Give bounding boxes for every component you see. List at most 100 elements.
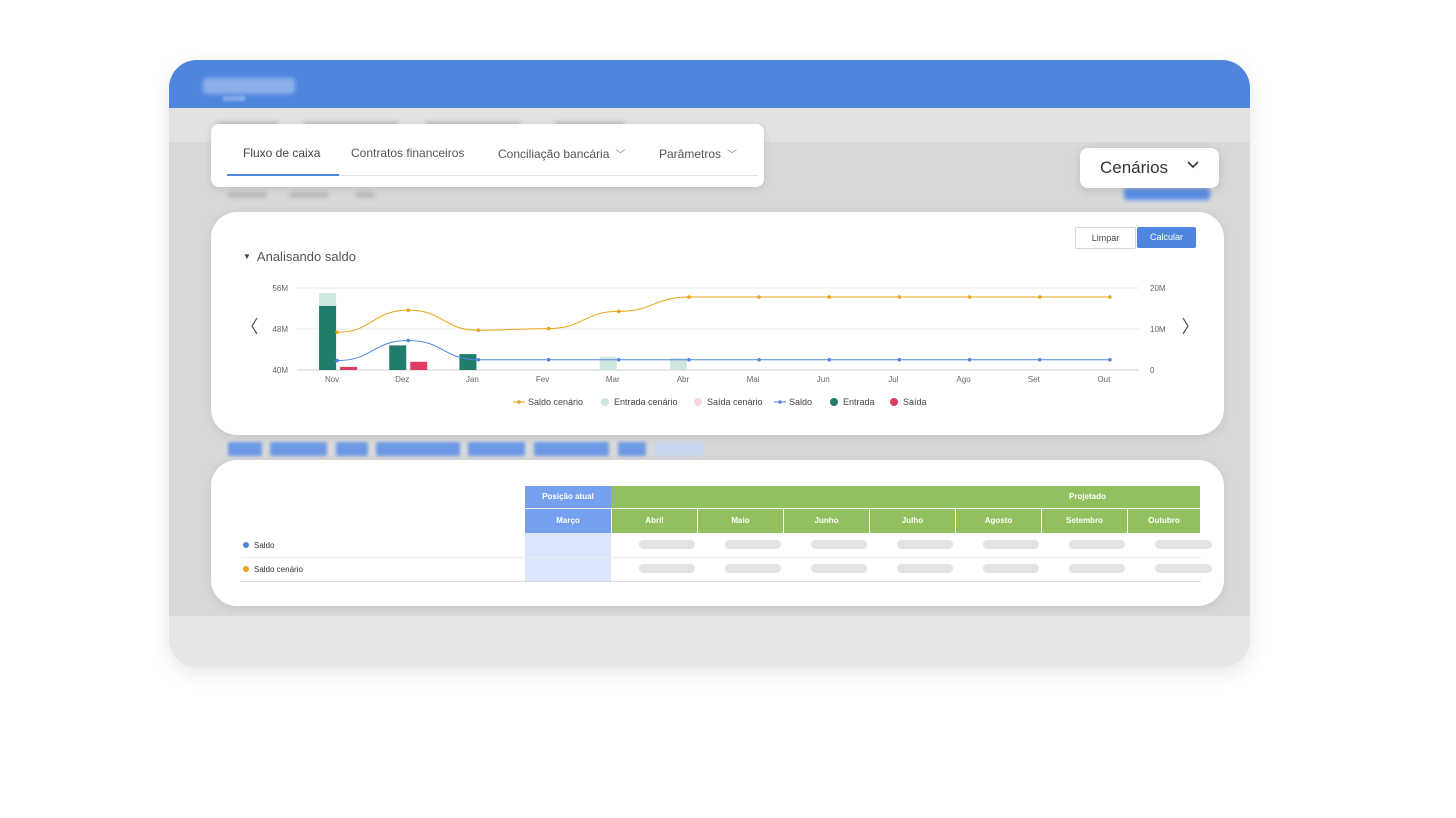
- legend-label: Saída cenário: [707, 397, 763, 407]
- line-saldo: [337, 339, 1110, 362]
- point-saldo-cenario: [616, 309, 621, 314]
- table-col-month: Abril: [612, 509, 697, 533]
- table-col-month: Setembro: [1042, 509, 1127, 533]
- blurred-subtab: [289, 192, 329, 198]
- loading-placeholder: [639, 564, 695, 573]
- point-saldo: [967, 357, 972, 362]
- row-label: Saldo cenário: [254, 565, 303, 574]
- legend-swatch: [830, 398, 838, 406]
- table-col-current: Março: [525, 509, 611, 533]
- table-col-month: Maio: [698, 509, 783, 533]
- legend-swatch-point: [517, 400, 521, 404]
- point-saldo: [406, 338, 411, 343]
- point-saldo: [476, 357, 481, 362]
- app-footer: [169, 616, 1250, 667]
- loading-placeholder: [1155, 540, 1212, 549]
- blurred-chip: [654, 442, 704, 456]
- loading-placeholder: [725, 564, 781, 573]
- active-tab-indicator: [227, 174, 339, 176]
- series-dot: [243, 566, 249, 572]
- x-tick-label: Fev: [536, 375, 549, 384]
- bar-saida: [410, 361, 428, 370]
- tab-fluxo-de-caixa[interactable]: Fluxo de caixa: [243, 146, 320, 160]
- y-right-tick-label: 20M: [1150, 284, 1166, 293]
- blurred-subtab: [227, 192, 267, 198]
- blurred-chip: [228, 442, 262, 456]
- point-saldo: [827, 357, 832, 362]
- point-saldo: [546, 357, 551, 362]
- legend-swatch-point: [778, 400, 782, 404]
- app-header: [169, 60, 1250, 108]
- loading-placeholder: [983, 564, 1039, 573]
- table-row-saldo-cenario: Saldo cenário: [243, 565, 303, 574]
- x-tick-label: Jul: [888, 375, 898, 384]
- tab-parametros[interactable]: Parâmetros ﹀: [659, 146, 737, 161]
- legend-swatch: [601, 398, 609, 406]
- tab-label: Contratos financeiros: [351, 146, 465, 160]
- x-tick-label: Mar: [606, 375, 620, 384]
- loading-placeholder: [811, 564, 867, 573]
- balance-chart: 56M 48M 40M 20M 10M 0 Nov Dez Jan Fev Mar Abr Mai Jun…: [251, 284, 1189, 407]
- legend-swatch: [694, 398, 702, 406]
- table-group-projected: Projetado: [611, 486, 1200, 508]
- tab-conciliacao-bancaria[interactable]: Conciliação bancária ﹀: [498, 146, 625, 161]
- y-left-tick-label: 40M: [272, 366, 288, 375]
- x-tick-label: Jan: [466, 375, 479, 384]
- table-col-month: Agosto: [956, 509, 1041, 533]
- point-saldo: [616, 357, 621, 362]
- point-saldo: [897, 357, 902, 362]
- y-left-tick-label: 48M: [272, 325, 288, 334]
- tab-label: Conciliação bancária: [498, 147, 610, 161]
- chart-panel: 56M 48M 40M 20M 10M 0 Nov Dez Jan Fev Mar Abr Mai Jun…: [211, 212, 1224, 435]
- blurred-chip: [618, 442, 646, 456]
- x-tick-label: Jun: [817, 375, 830, 384]
- scenarios-button[interactable]: Cenários: [1080, 148, 1219, 188]
- chart-section-toggle[interactable]: ▼ Analisando saldo: [243, 249, 356, 264]
- main-tabs: Fluxo de caixa Contratos financeiros Con…: [211, 124, 764, 187]
- point-saldo-cenario: [967, 295, 972, 299]
- table-group-projected-label: Projetado: [1069, 492, 1106, 501]
- calculate-button[interactable]: Calcular: [1137, 227, 1196, 248]
- loading-placeholder: [725, 540, 781, 549]
- table-col-month: Outubro: [1128, 509, 1200, 533]
- point-saldo-cenario: [827, 295, 832, 299]
- blurred-chip: [336, 442, 368, 456]
- scenarios-button-label: Cenários: [1100, 158, 1169, 177]
- blurred-filter-chips: [211, 436, 1224, 462]
- point-saldo-cenario: [1037, 295, 1042, 299]
- y-right-tick-label: 0: [1150, 366, 1155, 375]
- loading-placeholder: [1069, 540, 1125, 549]
- table-row-saldo: Saldo: [243, 541, 274, 550]
- point-saldo-cenario: [476, 328, 481, 333]
- table-group-current: Posição atual: [525, 486, 611, 508]
- x-tick-label: Set: [1028, 375, 1041, 384]
- x-tick-label: Nov: [325, 375, 339, 384]
- loading-placeholder: [897, 564, 953, 573]
- loading-placeholder: [897, 540, 953, 549]
- tab-contratos-financeiros[interactable]: Contratos financeiros: [351, 146, 464, 160]
- point-saldo: [1037, 357, 1042, 362]
- chevron-left-icon: [251, 317, 258, 335]
- clear-button[interactable]: Limpar: [1075, 227, 1136, 249]
- bar-entrada: [319, 305, 337, 370]
- loading-placeholder: [983, 540, 1039, 549]
- line-saldo-cenario: [337, 296, 1110, 333]
- x-tick-label: Dez: [395, 375, 409, 384]
- point-saldo-cenario: [1108, 295, 1112, 299]
- blurred-chip: [468, 442, 525, 456]
- blurred-chip: [534, 442, 609, 456]
- series-dot: [243, 542, 249, 548]
- point-saldo: [335, 358, 339, 363]
- row-divider: [241, 557, 1201, 558]
- table-col-month: Junho: [784, 509, 869, 533]
- chevron-down-icon: ﹀: [727, 150, 738, 161]
- bar-entrada: [459, 354, 477, 370]
- row-label: Saldo: [254, 541, 275, 550]
- bar-entrada-cenario: [599, 356, 617, 370]
- point-saldo: [687, 357, 691, 362]
- legend-swatch: [890, 398, 898, 406]
- chevron-down-icon: ﹀: [615, 150, 626, 161]
- table-col-month: Julho: [870, 509, 955, 533]
- point-saldo: [1108, 357, 1112, 362]
- x-tick-label: Out: [1097, 375, 1111, 384]
